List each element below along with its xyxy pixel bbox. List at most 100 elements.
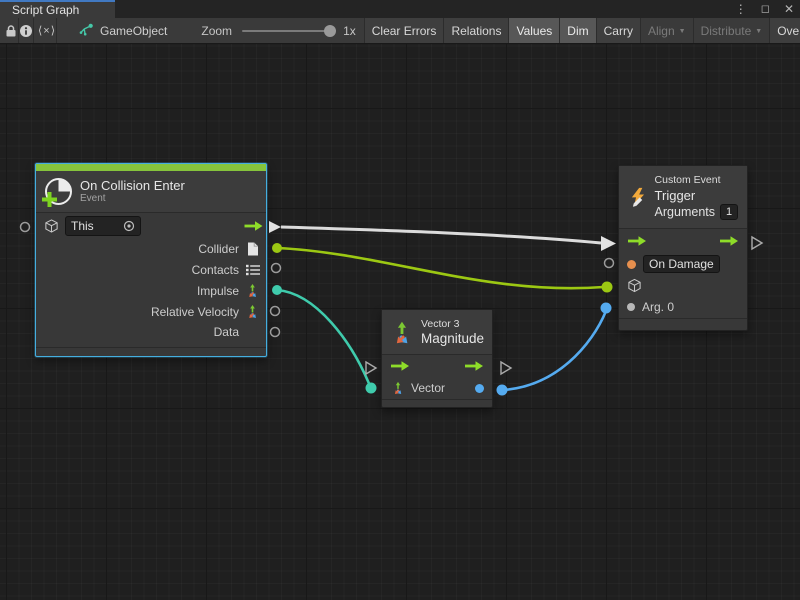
- values-button[interactable]: Values: [509, 18, 560, 43]
- object-picker-icon[interactable]: [123, 220, 135, 232]
- overview-button[interactable]: Overview: [770, 18, 800, 43]
- graph-icon: [79, 23, 94, 38]
- arg0-input-port[interactable]: [601, 303, 612, 314]
- string-port-dot[interactable]: [627, 260, 636, 269]
- float-output-port[interactable]: [475, 384, 484, 393]
- port-label: Vector: [411, 381, 445, 395]
- output-port-row-data[interactable]: Data: [36, 322, 266, 342]
- flow-input-arrow-icon[interactable]: [390, 360, 410, 372]
- code-view-button[interactable]: ⟨×⟩: [38, 18, 57, 43]
- node-on-collision-enter[interactable]: On Collision Enter Event This: [35, 163, 267, 357]
- script-graph-window: Script Graph ⋮ ◻ ✕ ⟨×⟩: [0, 0, 800, 600]
- vector3-icon: [390, 319, 414, 346]
- carry-button[interactable]: Carry: [597, 18, 641, 43]
- flow-wire: [281, 227, 601, 243]
- overview-label: Overview: [777, 24, 800, 38]
- maximize-icon[interactable]: ◻: [761, 0, 770, 18]
- collider-output-port[interactable]: [272, 243, 282, 253]
- target-value: This: [71, 219, 94, 233]
- port-label: Arg. 0: [642, 300, 674, 314]
- output-port-row-contacts[interactable]: Contacts: [36, 259, 266, 280]
- zoom-label: Zoom: [201, 24, 232, 38]
- flow-input-port[interactable]: [601, 236, 616, 251]
- window-menu-icon[interactable]: ⋮: [735, 0, 747, 18]
- graph-canvas[interactable]: On Collision Enter Event This: [0, 44, 800, 600]
- port-label: Contacts: [192, 263, 239, 277]
- tab-script-graph[interactable]: Script Graph: [0, 0, 115, 18]
- flow-input-port[interactable]: [366, 362, 376, 374]
- node-header[interactable]: Custom Event Trigger Arguments 1: [619, 166, 747, 229]
- flow-output-port[interactable]: [752, 237, 762, 249]
- relations-button[interactable]: Relations: [444, 18, 509, 43]
- flow-input-arrow-icon[interactable]: [627, 235, 647, 247]
- dim-button[interactable]: Dim: [560, 18, 596, 43]
- chevron-down-icon: ▼: [755, 28, 762, 35]
- flow-output-arrow-icon[interactable]: [719, 235, 739, 247]
- clear-errors-button[interactable]: Clear Errors: [365, 18, 445, 43]
- info-button[interactable]: [19, 18, 34, 43]
- distribute-button[interactable]: Distribute ▼: [694, 18, 771, 43]
- flow-row: [619, 229, 747, 253]
- flow-output-port[interactable]: [501, 362, 511, 374]
- node-title: On Collision Enter: [80, 178, 185, 193]
- zoom-slider-track[interactable]: [242, 30, 334, 32]
- node-vector3-magnitude[interactable]: Vector 3 Magnitude: [381, 309, 493, 408]
- node-header[interactable]: On Collision Enter Event: [36, 171, 266, 213]
- input-port-row-arg0[interactable]: Arg. 0: [619, 296, 747, 318]
- node-category: Vector 3: [421, 318, 484, 331]
- graph-toolbar: ⟨×⟩ GameObject Zoom 1x Clear Errors Rel: [0, 18, 800, 44]
- input-port-row-vector[interactable]: Vector: [382, 377, 492, 399]
- align-button[interactable]: Align ▼: [641, 18, 694, 43]
- vector-input-port[interactable]: [366, 383, 377, 394]
- flow-row: [382, 355, 492, 377]
- node-header[interactable]: Vector 3 Magnitude: [382, 310, 492, 355]
- port-label: Collider: [198, 242, 239, 256]
- graph-target[interactable]: GameObject: [79, 18, 167, 43]
- node-footer: [619, 318, 747, 330]
- argument-port-dot[interactable]: [627, 303, 635, 311]
- port-label: Impulse: [197, 284, 239, 298]
- target-input-port[interactable]: [21, 223, 30, 232]
- code-view-label: ⟨×⟩: [38, 24, 56, 37]
- output-port-row-collider[interactable]: Collider: [36, 239, 266, 259]
- output-port-row-impulse[interactable]: Impulse: [36, 280, 266, 301]
- flow-output-arrow-icon[interactable]: [243, 220, 264, 232]
- target-input-port[interactable]: [602, 282, 613, 293]
- list-icon: [245, 262, 260, 277]
- graph-target-label: GameObject: [100, 24, 167, 38]
- clear-errors-label: Clear Errors: [372, 24, 437, 38]
- carry-label: Carry: [604, 24, 633, 38]
- relations-label: Relations: [451, 24, 501, 38]
- event-name-input-port[interactable]: [605, 259, 614, 268]
- event-color-strip: [36, 164, 266, 171]
- data-output-port[interactable]: [271, 328, 280, 337]
- float-output-port[interactable]: [497, 385, 508, 396]
- flow-output-port[interactable]: [269, 221, 281, 233]
- input-port-row-event-name[interactable]: On Damage: [619, 253, 747, 275]
- node-trigger-custom-event[interactable]: Custom Event Trigger Arguments 1: [618, 165, 748, 331]
- flow-output-arrow-icon[interactable]: [464, 360, 484, 372]
- close-icon[interactable]: ✕: [784, 0, 794, 18]
- distribute-label: Distribute: [701, 24, 752, 38]
- output-port-row-relative-velocity[interactable]: Relative Velocity: [36, 301, 266, 322]
- lock-icon: [4, 24, 18, 38]
- values-label: Values: [516, 24, 552, 38]
- relative-velocity-output-port[interactable]: [271, 307, 280, 316]
- toolbar-buttons: Clear Errors Relations Values Dim Carry …: [364, 18, 800, 43]
- node-footer: [382, 399, 492, 407]
- input-port-row-target[interactable]: [619, 275, 747, 296]
- zoom-level: 1x: [343, 24, 356, 38]
- target-value-field[interactable]: This: [65, 216, 141, 236]
- event-name-field[interactable]: On Damage: [643, 255, 720, 273]
- node-title: Magnitude: [421, 331, 484, 346]
- contacts-output-port[interactable]: [272, 264, 281, 273]
- lock-button[interactable]: [4, 18, 19, 43]
- impulse-output-port[interactable]: [272, 285, 282, 295]
- node-footer: [36, 347, 266, 356]
- on-collision-enter-icon: [45, 178, 72, 205]
- port-label: Data: [214, 325, 239, 339]
- info-icon: [19, 24, 33, 38]
- zoom-slider-handle[interactable]: [324, 25, 336, 37]
- arguments-count-field[interactable]: 1: [720, 204, 738, 220]
- tab-title: Script Graph: [12, 3, 79, 17]
